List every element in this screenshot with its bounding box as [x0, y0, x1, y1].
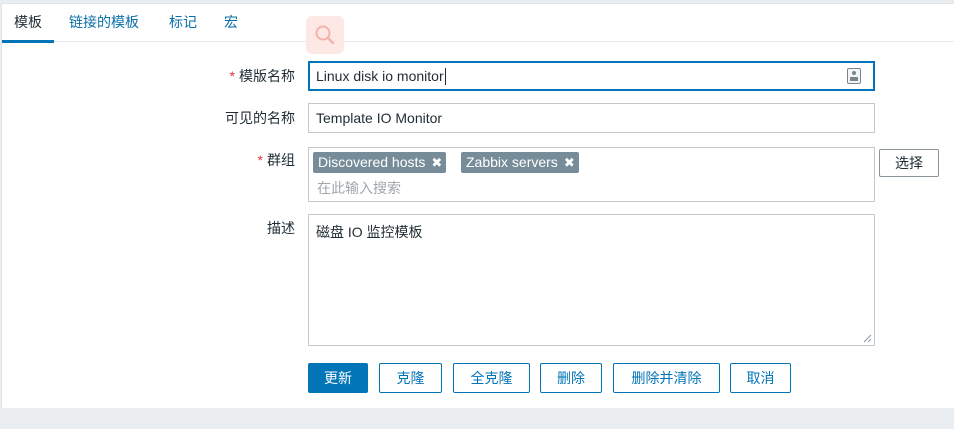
description-textarea[interactable]: 磁盘 IO 监控模板: [308, 214, 875, 346]
visible-name-label: 可见的名称: [225, 110, 295, 126]
remove-chip-icon[interactable]: ✖: [564, 152, 575, 173]
template-name-label: * 模版名称: [229, 68, 295, 84]
remove-chip-icon[interactable]: ✖: [431, 152, 442, 173]
tab-template[interactable]: 模板: [2, 4, 54, 43]
search-overlay-icon: [306, 16, 344, 54]
clone-button[interactable]: 克隆: [379, 363, 442, 393]
group-chip-zabbix-servers: Zabbix servers ✖: [461, 152, 579, 173]
text-caret: [444, 67, 446, 85]
magnifier-icon: [315, 25, 335, 45]
tab-macros[interactable]: 宏: [224, 4, 238, 42]
required-marker: *: [229, 68, 235, 84]
delete-and-clear-button[interactable]: 删除并清除: [613, 363, 720, 393]
groups-multiselect[interactable]: Discovered hosts ✖ Zabbix servers ✖ 在此输入搜索: [308, 147, 875, 202]
required-marker: *: [257, 152, 263, 168]
resize-grip-icon[interactable]: [863, 334, 872, 343]
tab-bar: 模板 链接的模板 标记 宏: [2, 4, 954, 43]
visible-name-input[interactable]: Template IO Monitor: [308, 103, 875, 133]
cancel-button[interactable]: 取消: [730, 363, 791, 393]
update-button[interactable]: 更新: [308, 363, 368, 393]
groups-label: * 群组: [257, 152, 295, 168]
groups-select-button[interactable]: 选择: [879, 149, 939, 177]
tab-linked-templates[interactable]: 链接的模板: [69, 4, 139, 42]
template-form-card: 模板 链接的模板 标记 宏 * 模版名称 Linux disk io monito…: [1, 3, 954, 408]
description-label: 描述: [267, 220, 295, 236]
tab-tags[interactable]: 标记: [169, 4, 197, 42]
group-chip-discovered-hosts: Discovered hosts ✖: [313, 152, 447, 173]
template-name-input[interactable]: Linux disk io monitor: [308, 61, 875, 91]
groups-search-input[interactable]: 在此输入搜索: [317, 178, 401, 198]
full-clone-button[interactable]: 全克隆: [453, 363, 530, 393]
contact-card-icon[interactable]: [847, 68, 861, 84]
delete-button[interactable]: 删除: [540, 363, 602, 393]
